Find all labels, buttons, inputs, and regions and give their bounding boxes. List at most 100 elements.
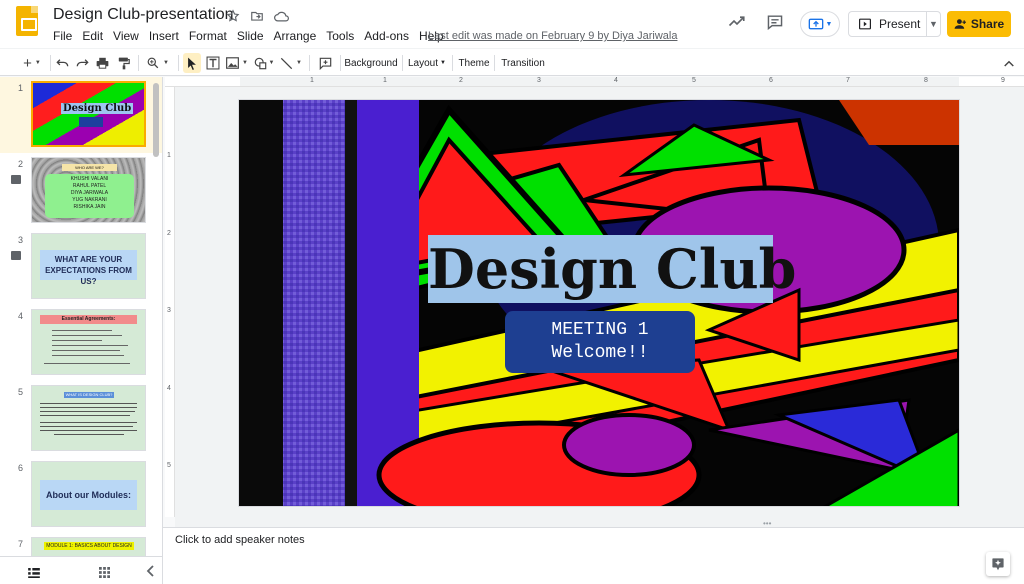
new-slide-button[interactable]: + ▼ <box>18 53 46 73</box>
slides-logo-icon[interactable] <box>16 6 38 36</box>
chevron-down-icon: ▼ <box>296 60 302 66</box>
present-button[interactable]: Present <box>849 12 927 36</box>
menu-insert[interactable]: Insert <box>149 28 185 45</box>
toolbar: + ▼ ▼ ▼ ▼ ▼ Background Layout ▼ Theme Tr… <box>0 48 1024 76</box>
print-button[interactable] <box>94 53 110 73</box>
activity-dashboard-icon[interactable] <box>728 14 746 33</box>
collapse-filmstrip-icon[interactable] <box>146 564 154 582</box>
cloud-saved-icon[interactable] <box>273 8 289 24</box>
subtitle-line: Welcome!! <box>551 343 649 363</box>
ruler-tick-label: 4 <box>167 385 171 392</box>
layout-button[interactable]: Layout ▼ <box>408 53 446 73</box>
share-button[interactable]: Share <box>947 11 1011 37</box>
thumbnail-name: KHUSHI VALANI <box>70 176 109 182</box>
filmstrip-view-icon[interactable] <box>28 565 40 583</box>
menu-tools[interactable]: Tools <box>326 28 360 45</box>
add-comment-icon <box>319 57 331 70</box>
menu-arrange[interactable]: Arrange <box>274 28 323 45</box>
ruler-tick-label: 3 <box>167 307 171 314</box>
chevron-up-icon <box>1004 60 1014 67</box>
document-title[interactable]: Design Club-presentation <box>53 6 234 24</box>
transition-button[interactable]: Transition <box>500 53 546 73</box>
filmstrip-slide-5[interactable]: 5 WHAT IS DESIGN CLUB? <box>0 381 162 457</box>
present-button-group: Present ▼ <box>848 11 941 37</box>
comment-icon[interactable] <box>11 175 21 184</box>
thumbnail-name: RISHIKA JAIN <box>73 204 106 210</box>
move-to-folder-icon[interactable] <box>249 8 265 24</box>
chevron-down-icon: ▼ <box>268 60 275 66</box>
ruler-active-area <box>240 77 959 86</box>
background-button[interactable]: Background <box>344 53 397 73</box>
slide-number: 3 <box>18 235 24 245</box>
chevron-down-icon: ▼ <box>440 60 446 66</box>
filmstrip-slide-1[interactable]: 1 Design Club <box>0 77 162 153</box>
thumbnail-text-line <box>52 355 124 356</box>
undo-button[interactable] <box>54 53 70 73</box>
ruler-tick-label: 1 <box>383 77 387 84</box>
thumbnail-text-line <box>52 345 128 346</box>
comment-history-icon[interactable] <box>766 14 784 35</box>
redo-icon <box>76 59 89 67</box>
speaker-notes-placeholder[interactable]: Click to add speaker notes <box>175 534 305 546</box>
paint-format-button[interactable] <box>116 53 132 73</box>
filmstrip-scrollbar[interactable] <box>153 83 159 157</box>
text-box-tool[interactable] <box>205 53 221 73</box>
theme-button[interactable]: Theme <box>458 53 490 73</box>
present-options-dropdown[interactable]: ▼ <box>927 19 940 29</box>
grid-view-icon[interactable] <box>99 565 110 583</box>
insert-image-button[interactable]: ▼ <box>225 53 249 73</box>
filmstrip-slide-3[interactable]: 3 WHAT ARE YOUR EXPECTATIONS FROM US? <box>0 229 162 305</box>
current-slide[interactable]: Design Club MEETING 1 Welcome!! <box>239 100 959 506</box>
explore-sparkle-icon <box>992 558 1004 571</box>
slide-thumbnail[interactable]: WHAT ARE YOUR EXPECTATIONS FROM US? <box>31 233 146 299</box>
last-edit-link[interactable]: Last edit was made on February 9 by Diya… <box>428 30 677 42</box>
menu-edit[interactable]: Edit <box>82 28 109 45</box>
filmstrip-slide-6[interactable]: 6 About our Modules: <box>0 457 162 533</box>
menu-slide[interactable]: Slide <box>237 28 270 45</box>
slide-thumbnail[interactable]: WHO ARE WE? KHUSHI VALANI RAHUL PATEL DI… <box>31 157 146 223</box>
filmstrip-footer <box>0 556 163 584</box>
slide-subtitle-textbox[interactable]: MEETING 1 Welcome!! <box>505 311 695 373</box>
thumbnail-text-line <box>44 363 130 364</box>
ruler-tick-label: 9 <box>1001 77 1005 84</box>
toolbar-divider <box>494 55 495 71</box>
star-icon[interactable] <box>225 8 241 24</box>
ruler-tick-label: 1 <box>310 77 314 84</box>
slide-thumbnail[interactable]: About our Modules: <box>31 461 146 527</box>
thumbnail-text-line <box>40 430 137 431</box>
meet-present-button[interactable]: ▼ <box>800 11 840 37</box>
ruler-tick-label: 2 <box>167 230 171 237</box>
speaker-notes[interactable]: Click to add speaker notes <box>163 527 1024 584</box>
filmstrip-slide-4[interactable]: 4 Essential Agreements: <box>0 305 162 381</box>
thumbnail-text-line <box>52 340 102 341</box>
slide-background-art <box>239 100 959 506</box>
notes-resize-bar[interactable]: ••• <box>175 517 1024 528</box>
thumbnail-subtitle-box <box>79 117 103 127</box>
menu-add-ons[interactable]: Add-ons <box>364 28 415 45</box>
explore-button[interactable] <box>986 552 1010 576</box>
present-icon <box>859 18 871 30</box>
menu-file[interactable]: File <box>53 28 78 45</box>
filmstrip-slide-2[interactable]: 2 WHO ARE WE? KHUSHI VALANI RAHUL PATEL … <box>0 153 162 229</box>
zoom-button[interactable]: ▼ <box>144 53 172 73</box>
slide-title-textbox[interactable]: Design Club <box>428 235 796 303</box>
line-button[interactable]: ▼ <box>279 53 303 73</box>
chevron-down-icon: ▼ <box>825 20 833 28</box>
select-tool[interactable] <box>183 53 201 73</box>
title-icons <box>225 8 289 24</box>
thumbnail-title: About our Modules: <box>40 480 137 510</box>
menu-view[interactable]: View <box>113 28 145 45</box>
comment-icon[interactable] <box>11 251 21 260</box>
thumbnail-text-line <box>40 422 137 423</box>
redo-button[interactable] <box>74 53 90 73</box>
slide-number: 1 <box>18 83 24 93</box>
cursor-arrow-icon <box>188 57 196 70</box>
slide-thumbnail[interactable]: Design Club <box>31 81 146 147</box>
menu-format[interactable]: Format <box>189 28 233 45</box>
slide-thumbnail[interactable]: WHAT IS DESIGN CLUB? <box>31 385 146 451</box>
slide-thumbnail[interactable]: Essential Agreements: <box>31 309 146 375</box>
add-comment-button[interactable] <box>316 53 334 73</box>
shape-button[interactable]: ▼ <box>253 53 275 73</box>
horizontal-ruler: 1 1 2 3 4 5 6 7 8 9 <box>165 77 1024 87</box>
collapse-menus-button[interactable] <box>1002 53 1016 73</box>
